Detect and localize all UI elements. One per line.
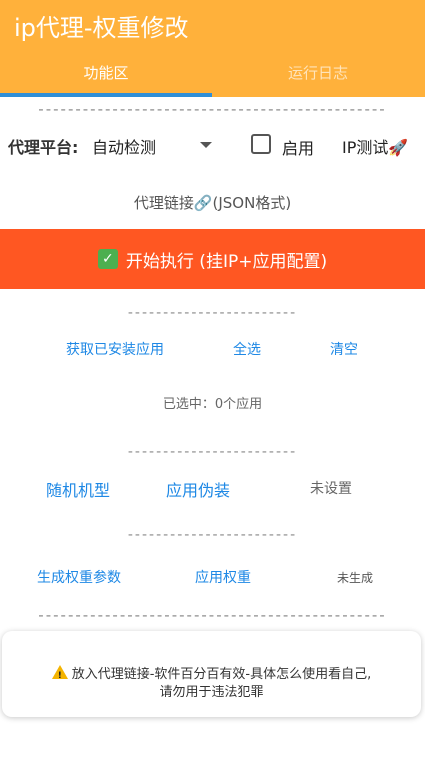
- tab-functions[interactable]: 功能区: [0, 62, 212, 83]
- select-all-button[interactable]: 全选: [233, 339, 261, 359]
- app-bar: ip代理-权重修改 功能区 运行日志: [0, 0, 425, 97]
- dropdown-arrow-icon: [200, 142, 212, 148]
- enable-checkbox-label[interactable]: 启用: [282, 135, 314, 159]
- warning-icon: [51, 665, 68, 685]
- notice-line-1: 放入代理链接-软件百分百有效-具体怎么使用看自己,: [12, 665, 411, 685]
- platform-select-value: 自动检测: [92, 138, 157, 157]
- random-model-button[interactable]: 随机机型: [46, 477, 110, 501]
- notice-line-1-text: 放入代理链接-软件百分百有效-具体怎么使用看自己,: [71, 667, 372, 682]
- divider-apps: ------------------------: [127, 305, 298, 321]
- notice-line-2: 请勿用于违法犯罪: [159, 685, 264, 700]
- tab-run-log[interactable]: 运行日志: [212, 62, 424, 83]
- enable-checkbox[interactable]: [251, 134, 271, 154]
- divider-bottom: ----------------------------------------…: [38, 607, 387, 623]
- selected-apps-status: 已选中：0个应用: [162, 397, 263, 412]
- device-status: 未设置: [310, 481, 352, 497]
- platform-label: 代理平台:: [8, 138, 79, 157]
- divider-top: ----------------------------------------…: [38, 101, 387, 117]
- start-run-button[interactable]: ✓ 开始执行 (挂IP+应用配置): [0, 229, 425, 289]
- generate-weight-params-button[interactable]: 生成权重参数: [37, 567, 121, 587]
- start-run-label: 开始执行 (挂IP+应用配置): [125, 251, 328, 272]
- clear-button[interactable]: 清空: [330, 339, 358, 359]
- app-disguise-button[interactable]: 应用伪装: [166, 477, 230, 501]
- apply-weight-button[interactable]: 应用权重: [195, 567, 251, 587]
- notice-text: 放入代理链接-软件百分百有效-具体怎么使用看自己, 请勿用于违法犯罪: [12, 665, 411, 702]
- tab-indicator: [0, 93, 212, 97]
- platform-select[interactable]: 自动检测: [92, 132, 214, 158]
- app-title: ip代理-权重修改: [14, 14, 189, 42]
- get-installed-apps-button[interactable]: 获取已安装应用: [66, 339, 164, 359]
- ip-test-button[interactable]: IP测试🚀: [342, 134, 408, 158]
- proxy-link-label: 代理链接🔗(JSON格式): [133, 194, 292, 212]
- check-mark-icon: ✓: [97, 249, 118, 269]
- divider-weight: ------------------------: [127, 527, 298, 543]
- divider-device: ------------------------: [127, 444, 298, 460]
- weight-status: 未生成: [337, 571, 374, 585]
- notice-card: 放入代理链接-软件百分百有效-具体怎么使用看自己, 请勿用于违法犯罪: [2, 631, 421, 717]
